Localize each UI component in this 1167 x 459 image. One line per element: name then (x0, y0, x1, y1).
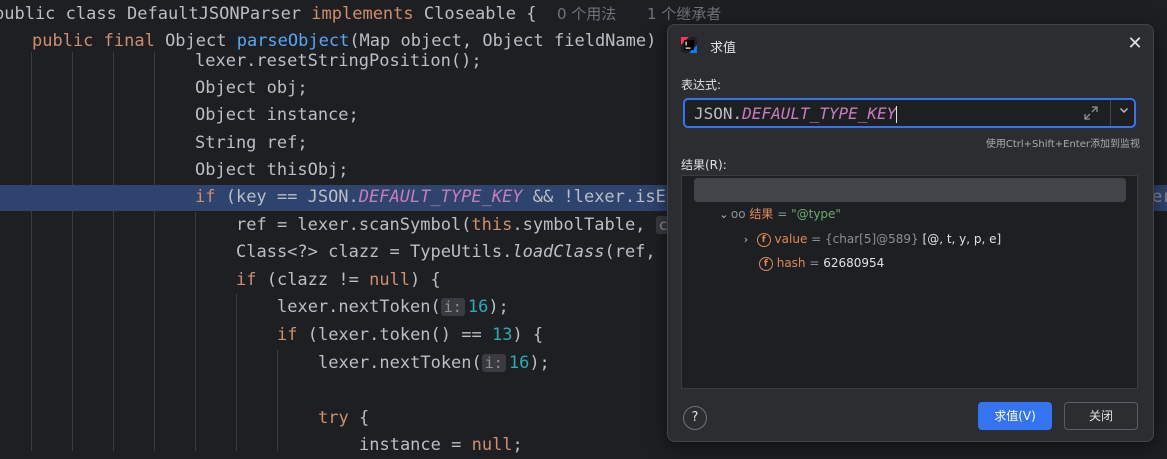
expression-text: JSON.DEFAULT_TYPE_KEY (694, 104, 898, 123)
code-line-class: public class DefaultJSONParser implement… (0, 4, 722, 24)
history-dropdown-icon[interactable] (1116, 104, 1132, 120)
code-line-if-key: if (key == JSON.DEFAULT_TYPE_KEY && !lex… (195, 187, 677, 207)
code-line-try: try { (318, 408, 370, 428)
inheritors-hint[interactable]: 1 个继承者 (647, 5, 721, 23)
result-label: 结果(R): (681, 158, 727, 172)
code-line-if-token: if (lexer.token() == 13) { (277, 325, 544, 345)
clipped-code-text: er (1152, 187, 1167, 207)
expand-icon[interactable] (1084, 106, 1100, 122)
evaluate-dialog: 求值 ✕ 表达式: JSON.DEFAULT_TYPE_KEY 使用Ctrl+S… (667, 24, 1154, 442)
tree-row-result[interactable]: ⌄ oo 结果 = "@type" (694, 178, 1126, 221)
intellij-icon (681, 37, 697, 53)
close-button[interactable]: 关闭 (1064, 402, 1138, 430)
indent-guide (195, 212, 196, 451)
indent-guide (277, 350, 278, 451)
code-line: Object thisObj; (195, 160, 349, 180)
tree-row-value[interactable]: › f value = {char[5]@589} [@, t, y, p, e… (716, 203, 1001, 247)
add-to-watch-hint: 使用Ctrl+Shift+Enter添加到监视 (985, 139, 1140, 150)
close-icon[interactable]: ✕ (1126, 35, 1144, 53)
result-tree[interactable]: ⌄ oo 结果 = "@type" › f value = {char[5]@58… (681, 175, 1138, 389)
expression-input[interactable]: JSON.DEFAULT_TYPE_KEY (683, 98, 1136, 128)
code-line-ref: ref = lexer.scanSymbol(this.symbolTable,… (236, 212, 674, 239)
tree-row-hash[interactable]: f hash = 62680954 (736, 227, 884, 271)
code-line: Object instance; (195, 105, 359, 125)
indent-guide (113, 52, 114, 451)
evaluate-button[interactable]: 求值(V) (978, 402, 1052, 430)
code-line: lexer.resetStringPosition(); (195, 51, 482, 71)
indent-guide (72, 52, 73, 451)
code-line: Object obj; (195, 78, 308, 98)
indent-guide (31, 52, 32, 451)
indent-guide (154, 52, 155, 451)
help-button[interactable]: ? (683, 406, 707, 430)
code-line: String ref; (195, 133, 308, 153)
code-line-instance: instance = null; (359, 435, 523, 455)
code-line-if-null: if (clazz != null) { (236, 270, 441, 290)
usages-hint[interactable]: 0 个用法 (557, 5, 616, 23)
expression-label: 表达式: (681, 78, 722, 92)
code-line-clazz: Class<?> clazz = TypeUtils.loadClass(ref… (236, 242, 677, 262)
code-line-next-token: lexer.nextToken(i: 16); (318, 353, 550, 373)
dialog-title: 求值 (710, 41, 737, 56)
field-icon: f (758, 256, 773, 271)
indent-guide (236, 294, 237, 451)
dropdown-separator (1110, 100, 1111, 126)
code-line-next-token: lexer.nextToken(i: 16); (277, 297, 509, 317)
